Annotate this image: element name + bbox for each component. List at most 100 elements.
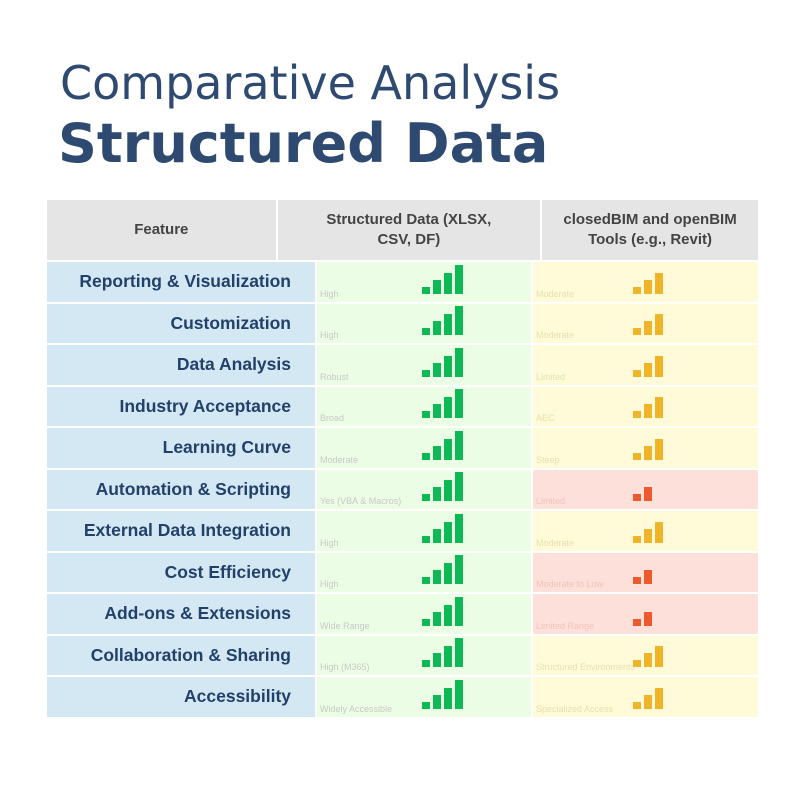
signal-bar <box>422 535 430 543</box>
header-structured-data: Structured Data (XLSX, CSV, DF) <box>277 200 541 260</box>
signal-bar <box>422 660 430 667</box>
signal-bar <box>422 618 430 626</box>
signal-bar <box>644 362 652 377</box>
signal-bar <box>655 521 663 543</box>
structured-data-cell: High <box>317 303 531 343</box>
signal-strength-icon <box>633 521 663 543</box>
signal-bar <box>633 286 641 294</box>
signal-bar <box>433 279 441 294</box>
signal-bar <box>644 653 652 667</box>
structured-note: Moderate <box>320 454 359 465</box>
signal-strength-icon <box>422 306 463 335</box>
structured-note: Yes (VBA & Macros) <box>320 496 402 506</box>
signal-bar <box>455 555 463 584</box>
signal-bar <box>422 701 430 709</box>
signal-strength-icon <box>422 596 463 626</box>
signal-strength-icon <box>422 555 463 584</box>
signal-bar <box>433 653 441 667</box>
signal-bar <box>455 430 463 460</box>
signal-strength-icon <box>633 397 663 418</box>
signal-bar <box>455 679 463 709</box>
bim-cell: Moderate to Low <box>533 552 758 592</box>
signal-strength-icon <box>633 272 663 294</box>
structured-note: Broad <box>320 413 345 423</box>
structured-note: Widely Accessible <box>320 703 393 714</box>
signal-bar <box>444 646 452 667</box>
signal-strength-icon <box>633 355 663 377</box>
signal-strength-icon <box>422 347 463 377</box>
signal-bar <box>444 480 452 501</box>
signal-bar <box>444 604 452 626</box>
bim-cell: Specialized Access <box>533 677 758 717</box>
bim-note: AEC <box>536 413 555 423</box>
signal-strength-icon <box>422 513 463 543</box>
signal-strength-icon <box>422 638 463 667</box>
structured-note: Robust <box>320 371 349 382</box>
signal-bar <box>422 328 430 335</box>
structured-data-cell: High <box>317 552 531 592</box>
signal-bar <box>433 487 441 501</box>
feature-label: Reporting & Visualization <box>47 262 315 302</box>
bim-note: Structured Environments <box>536 662 636 672</box>
structured-data-cell: Broad <box>317 386 531 426</box>
bim-note: Limited Range <box>536 620 595 631</box>
signal-strength-icon <box>633 314 663 335</box>
signal-strength-icon <box>422 389 463 418</box>
feature-label: Automation & Scripting <box>47 469 315 509</box>
signal-bar <box>455 306 463 335</box>
structured-data-cell: Yes (VBA & Macros) <box>317 469 531 509</box>
structured-data-cell: Widely Accessible <box>317 677 531 717</box>
signal-bar <box>433 611 441 626</box>
signal-bar <box>633 535 641 543</box>
signal-bar <box>644 321 652 335</box>
signal-bar <box>644 445 652 460</box>
signal-bar <box>422 369 430 377</box>
signal-bar <box>633 452 641 460</box>
signal-bar <box>644 404 652 418</box>
signal-bar <box>433 570 441 584</box>
structured-data-cell: Wide Range <box>317 594 531 634</box>
signal-strength-icon <box>633 438 663 460</box>
signal-bar <box>455 347 463 377</box>
signal-bar <box>655 355 663 377</box>
structured-note: Wide Range <box>320 620 370 631</box>
table-row: External Data Integration High Moderate <box>47 511 758 551</box>
bim-cell: Limited <box>533 469 758 509</box>
feature-label: Collaboration & Sharing <box>47 635 315 675</box>
bim-cell: Limited Range <box>533 594 758 634</box>
feature-label: External Data Integration <box>47 511 315 551</box>
structured-data-cell: Moderate <box>317 428 531 468</box>
structured-note: High <box>320 537 339 548</box>
table-row: Learning Curve Moderate Steep <box>47 428 758 468</box>
table-row: Customization High Moderate <box>47 303 758 343</box>
signal-bar <box>455 638 463 667</box>
structured-note: High <box>320 579 339 589</box>
signal-bar <box>433 362 441 377</box>
bim-note: Moderate <box>536 537 575 548</box>
bim-note: Moderate <box>536 288 575 299</box>
bim-cell: Structured Environments <box>533 635 758 675</box>
bim-note: Moderate <box>536 330 575 340</box>
signal-bar <box>633 494 641 501</box>
signal-bar <box>444 521 452 543</box>
structured-data-cell: High <box>317 511 531 551</box>
signal-bar <box>644 694 652 709</box>
bim-cell: Limited <box>533 345 758 385</box>
signal-bar <box>433 528 441 543</box>
header-feature: Feature <box>47 200 276 260</box>
signal-bar <box>655 314 663 335</box>
signal-bar <box>422 494 430 501</box>
signal-strength-icon <box>422 264 463 294</box>
signal-bar <box>422 452 430 460</box>
signal-bar <box>644 487 652 501</box>
signal-bar <box>433 321 441 335</box>
bim-note: Limited <box>536 496 566 506</box>
signal-bar <box>444 272 452 294</box>
signal-bar <box>655 438 663 460</box>
structured-note: High <box>320 330 339 340</box>
structured-note: High (M365) <box>320 662 370 672</box>
signal-strength-icon <box>422 430 463 460</box>
bim-note: Moderate to Low <box>536 579 604 589</box>
signal-bar <box>633 411 641 418</box>
header-bim-tools: closedBIM and openBIM Tools (e.g., Revit… <box>542 200 758 260</box>
